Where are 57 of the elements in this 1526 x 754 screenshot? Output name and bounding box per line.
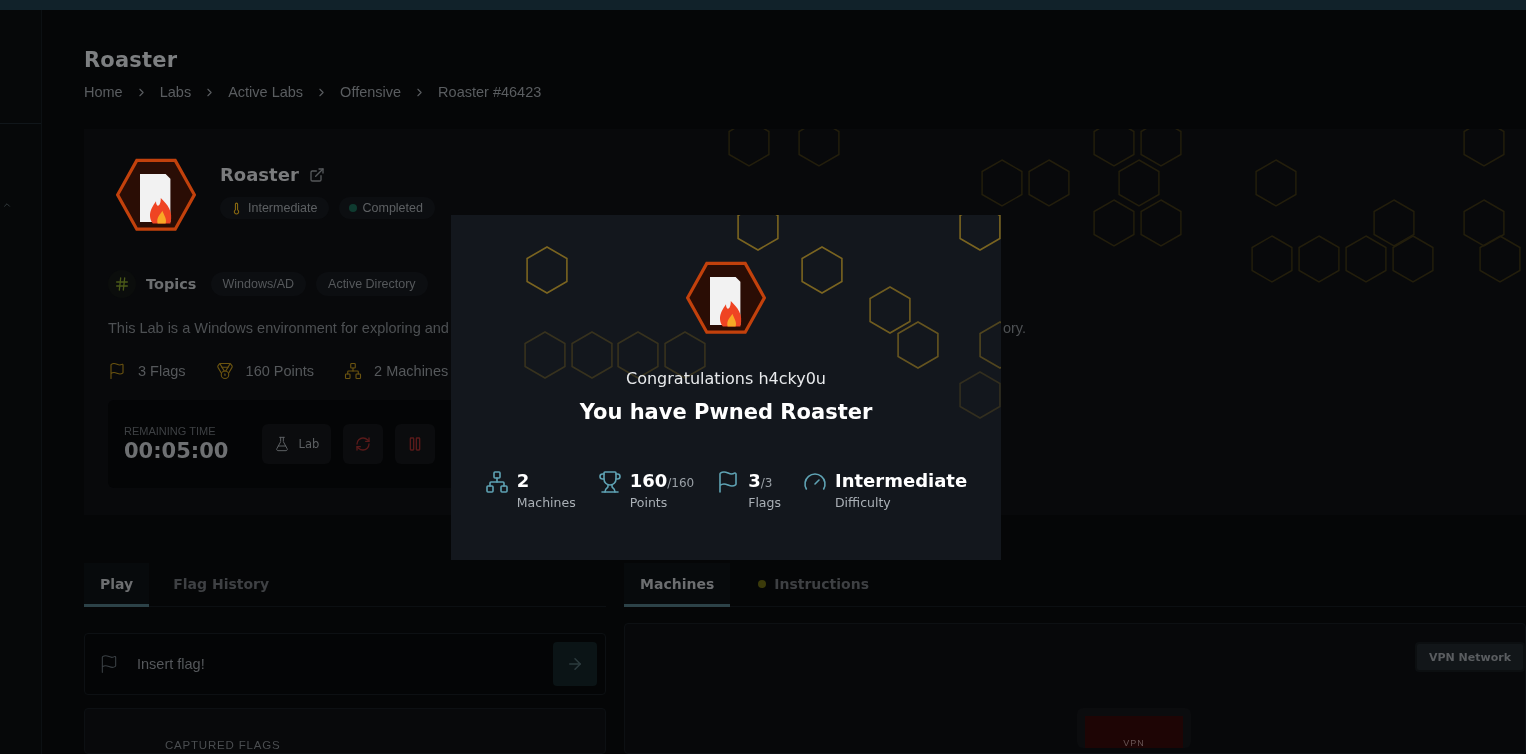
chevron-up-icon[interactable] (2, 200, 12, 210)
status-badge: Completed (339, 197, 435, 219)
flask-icon (274, 435, 291, 452)
greeting-text: Congratulations h4cky0u (626, 368, 826, 388)
lab-description: This Lab is a Windows environment for exploring and (108, 319, 449, 336)
lab-stat: 2 Machines (344, 361, 449, 380)
pause-button[interactable] (395, 423, 436, 464)
lab-stat: 160 Points (215, 361, 315, 380)
lab-name: Roaster (220, 164, 299, 185)
captured-flags-label: CAPTURED FLAGS (165, 739, 281, 751)
tab[interactable]: Flag History (157, 563, 286, 607)
status-dot (349, 204, 358, 212)
stat-label: Flags (748, 494, 781, 510)
refresh-icon (355, 435, 372, 452)
breadcrumb-link[interactable]: Offensive (340, 84, 402, 100)
lab-button[interactable]: Lab (262, 423, 332, 464)
stat-value: 2 (516, 469, 531, 491)
tab[interactable]: Play (84, 563, 150, 607)
medal-icon (215, 361, 234, 380)
stat-label: Machines (516, 494, 576, 510)
tab[interactable]: Instructions (742, 563, 886, 607)
stat-value: 160/160 (629, 469, 695, 491)
timer-value: 00:05:00 (124, 438, 229, 463)
trophy-icon (597, 469, 622, 494)
stat-value: Intermediate (835, 469, 968, 491)
flag-icon (108, 361, 126, 380)
network-icon (344, 361, 363, 380)
page-title: Roaster (84, 48, 179, 72)
vpn-network-button[interactable]: VPN Network (1415, 642, 1525, 672)
topics-label: Topics (146, 275, 197, 292)
network-icon (484, 469, 509, 494)
timer-label: REMAINING TIME (124, 424, 217, 437)
breadcrumb-link[interactable]: Home (84, 84, 123, 100)
stat-value: 3/3 (748, 469, 774, 491)
hash-icon (108, 269, 136, 298)
network-node[interactable]: VPN (1077, 708, 1191, 748)
lab-logo-icon (686, 261, 766, 335)
lab-stat: 3 Flags (108, 361, 186, 380)
lab-description: ory. (1002, 319, 1026, 336)
status-dot (758, 579, 767, 588)
breadcrumb-link[interactable]: Labs (159, 84, 192, 100)
node-label: VPN (1123, 738, 1145, 748)
dialog-title: You have Pwned Roaster (579, 399, 873, 424)
tab[interactable]: Machines (624, 563, 731, 607)
difficulty-badge: Intermediate (220, 197, 330, 219)
stat-label: Points (629, 494, 669, 510)
lab-logo-icon (116, 158, 196, 232)
stat-label: Difficulty (835, 494, 892, 510)
topic-tag[interactable]: Active Directory (316, 271, 428, 296)
arrow-right-icon (566, 655, 584, 673)
submit-button[interactable] (553, 642, 597, 686)
external-link-icon[interactable] (308, 166, 325, 183)
flag-icon (99, 654, 119, 674)
topic-tag[interactable]: Windows/AD (210, 271, 307, 296)
breadcrumb-link[interactable]: Active Labs (228, 84, 304, 100)
reset-button[interactable] (343, 423, 384, 464)
flag-input[interactable]: Insert flag! (135, 655, 537, 673)
